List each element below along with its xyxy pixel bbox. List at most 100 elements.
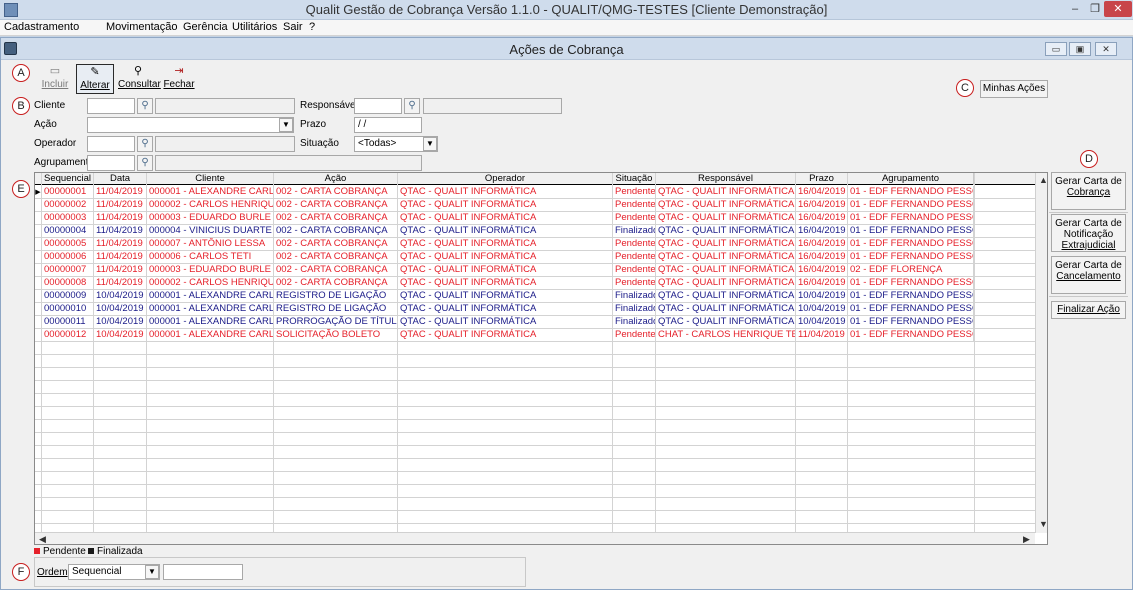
table-cell[interactable]: QTAC - QUALIT INFORMÁTICA (656, 277, 796, 289)
close-icon[interactable]: ✕ (1104, 1, 1132, 17)
table-cell[interactable]: 00000005 (42, 238, 94, 250)
agrupamento-search-icon[interactable]: ⚲ (137, 155, 153, 171)
table-row[interactable]: 00000005 11/04/2019 000007 - ANTÔNIO LESSA… (35, 238, 1035, 251)
gerar-carta-notificacao-button[interactable]: Gerar Carta de Notificação Extrajudicial (1051, 214, 1126, 252)
scroll-left-icon[interactable]: ◀ (39, 534, 46, 544)
table-cell[interactable]: QTAC - QUALIT INFORMÁTICA (398, 186, 613, 198)
acao-chevron-down-icon[interactable]: ▼ (279, 118, 293, 132)
table-cell[interactable]: 000002 - CARLOS HENRIQUE (147, 199, 274, 211)
table-cell[interactable]: 000002 - CARLOS HENRIQUE (147, 277, 274, 289)
table-row[interactable]: 00000012 10/04/2019 000001 - ALEXANDRE CAR… (35, 329, 1035, 342)
table-cell[interactable]: 11/04/2019 (94, 251, 147, 263)
table-cell[interactable]: 16/04/2019 (796, 238, 848, 250)
table-row[interactable]: 00000002 11/04/2019 000002 - CARLOS HENRIQ… (35, 199, 1035, 212)
scroll-down-icon[interactable]: ▼ (1039, 519, 1047, 529)
table-cell[interactable]: 11/04/2019 (796, 329, 848, 341)
agrupamento-code-input[interactable] (87, 155, 135, 171)
table-cell[interactable]: 16/04/2019 (796, 212, 848, 224)
table-cell[interactable]: 00000009 (42, 290, 94, 302)
table-cell[interactable]: 002 - CARTA COBRANÇA (274, 238, 398, 250)
scroll-up-icon[interactable]: ▲ (1039, 175, 1047, 185)
menu-gerencia[interactable]: Gerência (183, 21, 228, 33)
table-cell[interactable]: QTAC - QUALIT INFORMÁTICA (656, 316, 796, 328)
table-cell[interactable]: 01 - EDF FERNANDO PESSOA (848, 186, 974, 198)
table-cell[interactable]: QTAC - QUALIT INFORMÁTICA (656, 264, 796, 276)
table-row[interactable]: 00000006 11/04/2019 000006 - CARLOS TETI 00… (35, 251, 1035, 264)
maximize-icon[interactable]: ❐ (1086, 1, 1104, 17)
table-row[interactable]: ▶ 00000001 11/04/2019 000001 - ALEXANDRE CA… (35, 186, 1035, 199)
finalizar-acao-button[interactable]: Finalizar Ação (1051, 301, 1126, 319)
menu-sair[interactable]: Sair (283, 21, 303, 33)
table-cell[interactable]: QTAC - QUALIT INFORMÁTICA (656, 199, 796, 211)
cliente-search-icon[interactable]: ⚲ (137, 98, 153, 114)
menu-help[interactable]: ? (309, 21, 315, 33)
table-cell[interactable]: 10/04/2019 (94, 329, 147, 341)
table-row[interactable]: 00000011 10/04/2019 000001 - ALEXANDRE CAR… (35, 316, 1035, 329)
table-row[interactable]: 00000008 11/04/2019 000002 - CARLOS HENRIQ… (35, 277, 1035, 290)
table-cell[interactable]: 01 - EDF FERNANDO PESSOA (848, 290, 974, 302)
horizontal-scrollbar[interactable]: ◀ ▶ (35, 532, 1035, 544)
table-cell[interactable]: 01 - EDF FERNANDO PESSOA (848, 199, 974, 211)
table-cell[interactable]: 00000008 (42, 277, 94, 289)
table-cell[interactable]: QTAC - QUALIT INFORMÁTICA (398, 251, 613, 263)
table-cell[interactable]: 16/04/2019 (796, 225, 848, 237)
table-cell[interactable]: SOLICITAÇÃO BOLETO (274, 329, 398, 341)
header-data[interactable]: Data (94, 173, 147, 185)
table-cell[interactable]: 000003 - EDUARDO BURLE (147, 212, 274, 224)
table-cell[interactable]: 002 - CARTA COBRANÇA (274, 199, 398, 211)
table-cell[interactable]: 002 - CARTA COBRANÇA (274, 212, 398, 224)
table-cell[interactable]: 16/04/2019 (796, 264, 848, 276)
table-cell[interactable]: 002 - CARTA COBRANÇA (274, 277, 398, 289)
header-prazo[interactable]: Prazo (796, 173, 848, 185)
table-row[interactable]: 00000009 10/04/2019 000001 - ALEXANDRE CAR… (35, 290, 1035, 303)
table-cell[interactable]: 02 - EDF FLORENÇA (848, 264, 974, 276)
cliente-code-input[interactable] (87, 98, 135, 114)
minimize-icon[interactable]: – (1066, 1, 1084, 17)
operador-search-icon[interactable]: ⚲ (137, 136, 153, 152)
table-cell[interactable]: 01 - EDF FERNANDO PESSOA (848, 329, 974, 341)
minhas-acoes-button[interactable]: Minhas Ações (980, 80, 1048, 98)
table-cell[interactable]: QTAC - QUALIT INFORMÁTICA (656, 290, 796, 302)
table-cell[interactable]: 16/04/2019 (796, 199, 848, 211)
table-cell[interactable]: QTAC - QUALIT INFORMÁTICA (656, 251, 796, 263)
table-cell[interactable]: QTAC - QUALIT INFORMÁTICA (656, 212, 796, 224)
scroll-right-icon[interactable]: ▶ (1023, 534, 1030, 544)
table-cell[interactable]: Finalizado (613, 290, 656, 302)
table-cell[interactable]: 00000006 (42, 251, 94, 263)
header-agrupamento[interactable]: Agrupamento (848, 173, 974, 185)
table-cell[interactable]: 10/04/2019 (796, 303, 848, 315)
header-acao[interactable]: Ação (274, 173, 398, 185)
table-cell[interactable]: QTAC - QUALIT INFORMÁTICA (656, 303, 796, 315)
table-row[interactable]: 00000004 11/04/2019 000004 - VINICIUS DUAR… (35, 225, 1035, 238)
table-cell[interactable]: QTAC - QUALIT INFORMÁTICA (398, 316, 613, 328)
table-cell[interactable]: 10/04/2019 (94, 303, 147, 315)
table-cell[interactable]: 002 - CARTA COBRANÇA (274, 251, 398, 263)
header-sequencial[interactable]: Sequencial (42, 173, 94, 185)
table-row[interactable]: 00000010 10/04/2019 000001 - ALEXANDRE CAR… (35, 303, 1035, 316)
table-cell[interactable]: 01 - EDF FERNANDO PESSOA (848, 277, 974, 289)
table-cell[interactable]: 11/04/2019 (94, 264, 147, 276)
situacao-chevron-down-icon[interactable]: ▼ (423, 137, 437, 151)
table-cell[interactable]: 00000011 (42, 316, 94, 328)
table-cell[interactable]: Pendente (613, 186, 656, 198)
table-cell[interactable]: 002 - CARTA COBRANÇA (274, 186, 398, 198)
table-cell[interactable]: 00000002 (42, 199, 94, 211)
table-cell[interactable]: 11/04/2019 (94, 186, 147, 198)
table-cell[interactable]: 00000012 (42, 329, 94, 341)
ordem-search-input[interactable] (163, 564, 243, 580)
header-situacao[interactable]: Situação (613, 173, 656, 185)
responsavel-code-input[interactable] (354, 98, 402, 114)
table-cell[interactable]: 01 - EDF FERNANDO PESSOA (848, 238, 974, 250)
table-cell[interactable]: 10/04/2019 (94, 290, 147, 302)
table-cell[interactable]: QTAC - QUALIT INFORMÁTICA (398, 277, 613, 289)
table-cell[interactable]: 16/04/2019 (796, 186, 848, 198)
ordem-chevron-down-icon[interactable]: ▼ (145, 565, 159, 579)
table-cell[interactable]: QTAC - QUALIT INFORMÁTICA (398, 212, 613, 224)
table-cell[interactable]: 11/04/2019 (94, 199, 147, 211)
table-cell[interactable]: 01 - EDF FERNANDO PESSOA (848, 212, 974, 224)
table-cell[interactable]: QTAC - QUALIT INFORMÁTICA (398, 264, 613, 276)
table-cell[interactable]: Finalizado (613, 225, 656, 237)
window-restore-icon[interactable]: ▣ (1069, 42, 1091, 56)
incluir-button[interactable]: ▭ Incluir (38, 64, 72, 94)
table-cell[interactable]: 01 - EDF FERNANDO PESSOA (848, 225, 974, 237)
